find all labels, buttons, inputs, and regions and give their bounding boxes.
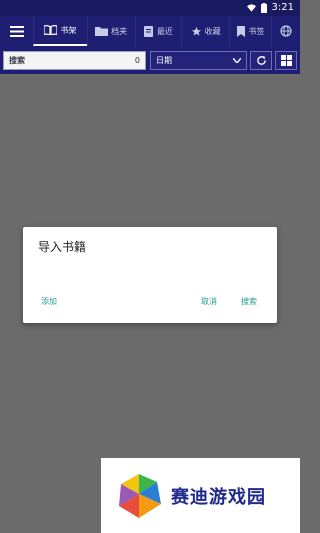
globe-icon: [280, 25, 292, 37]
import-books-dialog: 导入书籍 添加 取消 搜索: [23, 227, 277, 323]
filter-bar: 搜索 0 日期: [0, 46, 300, 74]
recent-icon: [143, 25, 153, 37]
star-icon: [191, 26, 201, 36]
refresh-icon: [256, 55, 266, 65]
search-button[interactable]: 搜索: [241, 296, 257, 307]
tab-label: 书签: [248, 26, 265, 36]
watermark: 赛迪游戏园: [101, 458, 300, 533]
wifi-icon: [246, 3, 256, 12]
battery-icon: [260, 2, 267, 13]
watermark-text: 赛迪游戏园: [171, 486, 266, 508]
tab-bookshelf[interactable]: 书架: [33, 16, 87, 46]
search-label: 搜索: [9, 56, 25, 65]
tab-favorites[interactable]: 收藏: [180, 16, 229, 46]
logo-icon: [119, 473, 161, 518]
tab-bookmarks[interactable]: 书签: [229, 16, 271, 46]
add-button[interactable]: 添加: [41, 296, 57, 307]
chevron-down-icon: [233, 58, 241, 63]
tab-label: 最近: [156, 26, 173, 36]
refresh-button[interactable]: [250, 51, 272, 70]
top-toolbar: 书架 档夹 最近 收藏 书签: [0, 16, 300, 46]
menu-button[interactable]: [0, 16, 33, 46]
grid-view-button[interactable]: [275, 51, 297, 70]
tab-label: 收藏: [204, 26, 221, 36]
sort-dropdown[interactable]: 日期: [150, 51, 247, 70]
hamburger-icon: [9, 25, 24, 37]
status-bar: 3:21: [0, 0, 300, 16]
status-time: 3:21: [271, 2, 294, 13]
dialog-title: 导入书籍: [38, 240, 87, 254]
web-button[interactable]: [271, 16, 300, 46]
book-open-icon: [44, 25, 58, 35]
cancel-button[interactable]: 取消: [201, 296, 217, 307]
sort-label: 日期: [156, 56, 172, 65]
bookmark-icon: [237, 25, 246, 37]
search-input[interactable]: 搜索 0: [3, 51, 146, 70]
grid-icon: [280, 55, 292, 66]
tab-folders[interactable]: 档夹: [86, 16, 135, 46]
tab-label: 档夹: [111, 26, 128, 36]
result-count: 0: [134, 56, 140, 65]
tab-label: 书架: [60, 25, 77, 35]
folder-icon: [95, 27, 109, 36]
tab-recent[interactable]: 最近: [134, 16, 181, 46]
